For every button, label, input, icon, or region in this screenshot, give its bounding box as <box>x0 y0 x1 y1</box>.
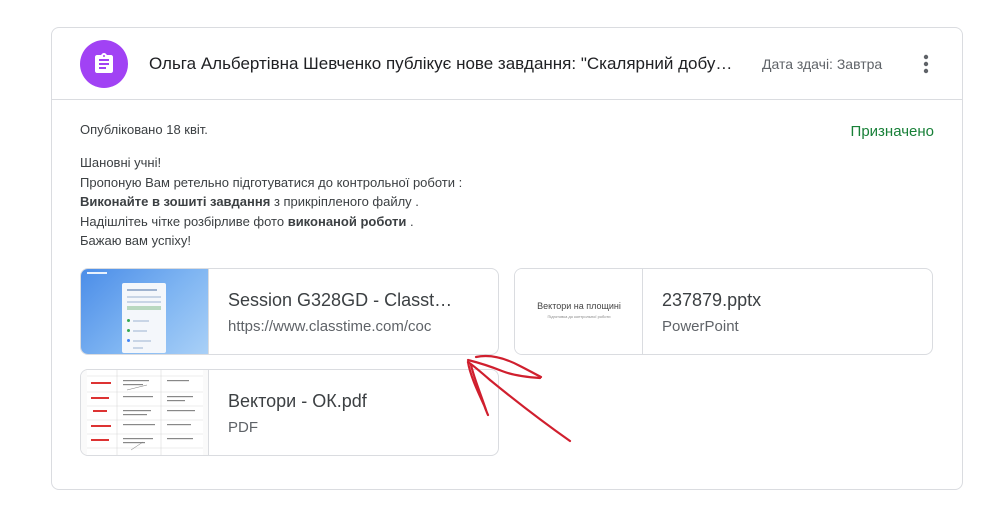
link-thumbnail <box>81 269 209 354</box>
attachment-title: Session G328GD - Classt… <box>228 290 453 310</box>
description-line: Пропоную Вам ретельно підготуватися до к… <box>80 174 463 190</box>
published-date: Опубліковано 18 квіт. <box>80 122 208 137</box>
description-line: Надішлітеь чітке розбірливе фото виконан… <box>80 213 414 229</box>
attachment-subtitle: PowerPoint <box>662 318 739 335</box>
attachment-subtitle: https://www.classtime.com/coc <box>228 318 432 335</box>
pptx-thumb-subtitle: Підготовка до контрольної роботи <box>547 314 611 319</box>
pdf-page-preview <box>87 370 203 455</box>
assignment-title: Ольга Альбертівна Шевченко публікує нове… <box>149 54 733 73</box>
attachment-title: Вектори - ОК.pdf <box>228 391 367 411</box>
assignment-header[interactable]: Ольга Альбертівна Шевченко публікує нове… <box>52 28 962 100</box>
pptx-thumb-title: Вектори на площині <box>537 301 621 311</box>
pptx-thumbnail: Вектори на площині Підготовка до контрол… <box>515 269 643 354</box>
attachment-link-classtime[interactable]: Session G328GD - Classt… https://www.cla… <box>80 268 499 355</box>
description-line: Бажаю вам успіху! <box>80 233 191 248</box>
assignment-card: Ольга Альбертівна Шевченко публікує нове… <box>51 27 963 490</box>
status-badge: Призначено <box>850 123 934 140</box>
pdf-thumbnail <box>81 370 209 455</box>
attachment-pptx[interactable]: Вектори на площині Підготовка до контрол… <box>514 268 933 355</box>
attachment-pdf[interactable]: Вектори - ОК.pdf PDF <box>80 369 499 456</box>
attachment-title: 237879.pptx <box>662 290 762 310</box>
assignment-icon <box>80 40 128 88</box>
attachment-subtitle: PDF <box>228 419 258 436</box>
description-line: Шановні учні! <box>80 155 162 170</box>
more-vert-icon <box>923 54 929 74</box>
due-date: Дата здачі: Завтра <box>762 56 883 72</box>
assignment-description: Шановні учні! Пропоную Вам ретельно підг… <box>80 153 780 251</box>
description-line: Виконайте в зошиті завдання з прикріплен… <box>80 194 419 209</box>
more-options-button[interactable] <box>914 48 938 80</box>
